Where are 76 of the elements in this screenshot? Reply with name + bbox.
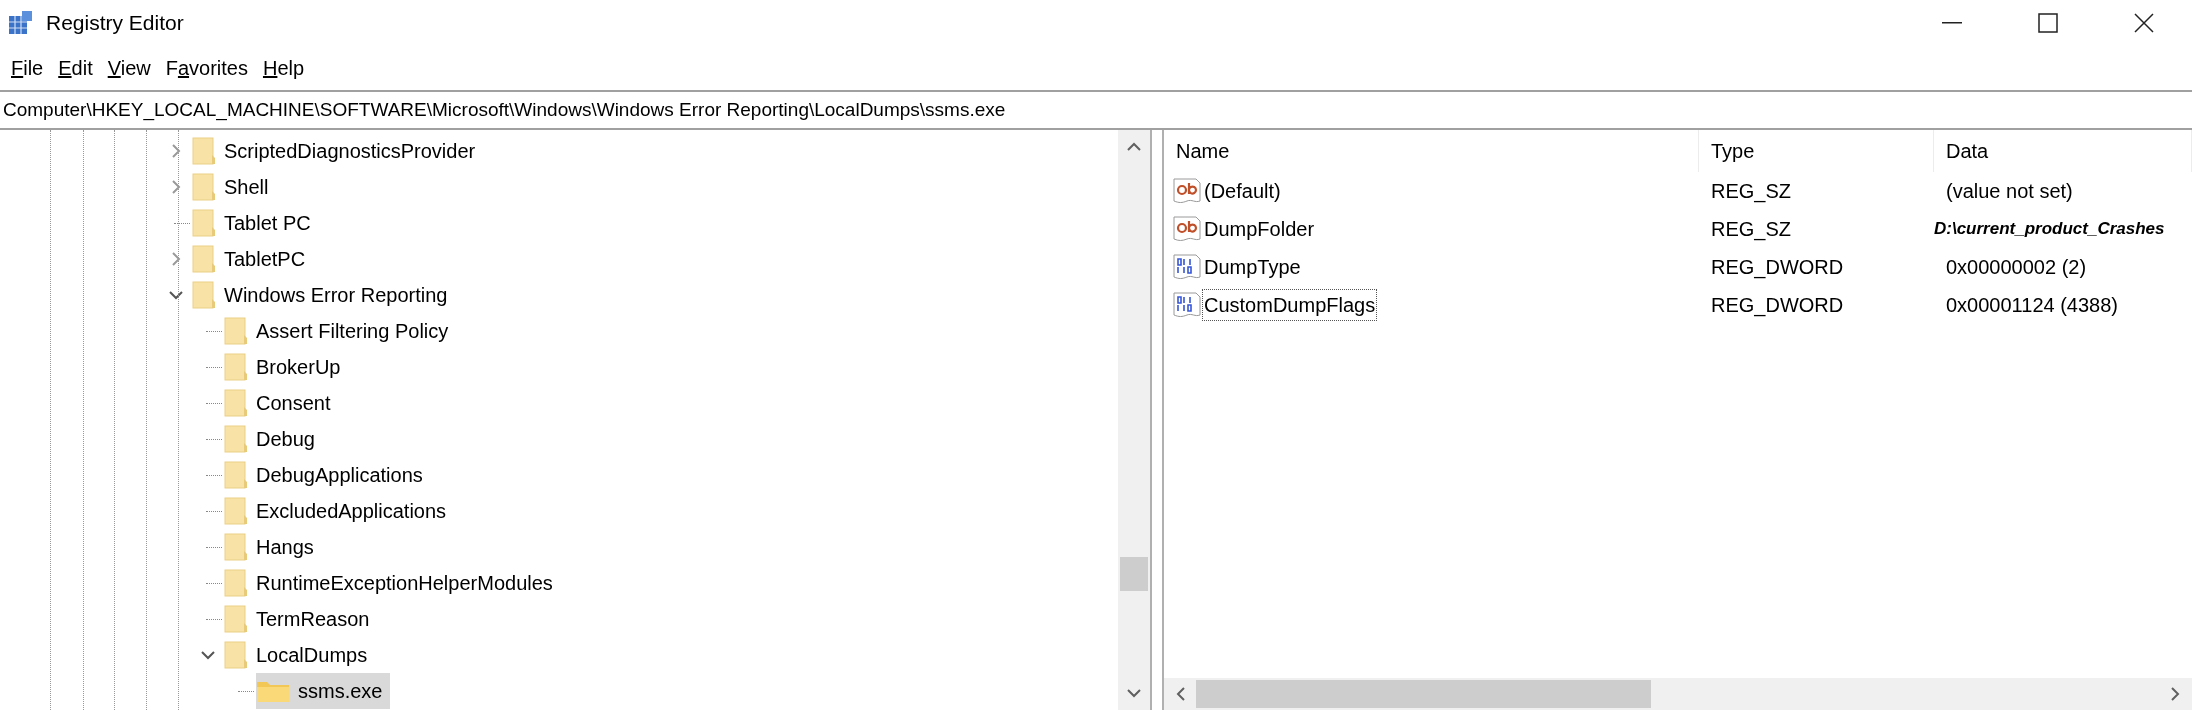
- folder-icon: [224, 425, 248, 453]
- folder-icon: [224, 569, 248, 597]
- folder-icon: [192, 209, 216, 237]
- scroll-up-icon[interactable]: [1126, 142, 1142, 152]
- horizontal-scrollbar[interactable]: [1164, 678, 2192, 710]
- tree-item[interactable]: ssms.exe: [256, 673, 391, 709]
- scroll-left-icon[interactable]: [1176, 686, 1186, 702]
- tree-item[interactable]: ExcludedApplications: [224, 493, 455, 529]
- value-data: 0x00000002 (2): [1945, 255, 2088, 280]
- folder-icon: [224, 533, 248, 561]
- folder-icon: [224, 497, 248, 525]
- menu-item[interactable]: Favorites: [158, 50, 255, 86]
- folder-icon: [224, 389, 248, 417]
- folder-icon: [192, 245, 216, 273]
- tree-item[interactable]: Tablet PC: [192, 205, 319, 241]
- tree-item[interactable]: TermReason: [224, 601, 378, 637]
- value-type: REG_DWORD: [1710, 255, 1845, 281]
- column-header[interactable]: Type: [1699, 130, 1934, 172]
- chevron-down-icon[interactable]: [200, 650, 216, 660]
- vertical-scrollbar[interactable]: [1118, 130, 1150, 710]
- value-type: REG_DWORD: [1710, 293, 1845, 319]
- folder-icon: [224, 605, 248, 633]
- chevron-down-icon[interactable]: [168, 290, 184, 300]
- tree-item[interactable]: BrokerUp: [224, 349, 349, 385]
- value-data: 0x00001124 (4388): [1945, 293, 2119, 318]
- value-type: REG_SZ: [1710, 217, 1793, 243]
- tree-item[interactable]: ScriptedDiagnosticsProvider: [192, 133, 484, 169]
- tree-item[interactable]: Hangs: [224, 529, 322, 565]
- value-data: D:\current_product_Crashes: [1934, 218, 2166, 241]
- scrollbar-thumb[interactable]: [1196, 680, 1651, 708]
- folder-icon: [224, 353, 248, 381]
- minimize-icon: [1942, 22, 1962, 24]
- tree-item[interactable]: Shell: [192, 169, 277, 205]
- tree-item[interactable]: DebugApplications: [224, 457, 431, 493]
- value-name[interactable]: DumpFolder: [1202, 213, 1317, 245]
- value-name[interactable]: (Default): [1202, 175, 1283, 207]
- scrollbar-thumb[interactable]: [1120, 557, 1148, 591]
- tree-item[interactable]: Windows Error Reporting: [192, 277, 456, 313]
- close-icon: [2134, 13, 2154, 33]
- column-header[interactable]: Data: [1934, 130, 2192, 172]
- app-icon: [8, 10, 34, 36]
- tree-item[interactable]: Consent: [224, 385, 339, 421]
- maximize-icon: [2038, 13, 2058, 33]
- string-value-icon: [1172, 177, 1202, 205]
- value-name[interactable]: CustomDumpFlags: [1202, 289, 1378, 321]
- tree-item[interactable]: Debug: [224, 421, 323, 457]
- tree-item[interactable]: RuntimeExceptionHelperModules: [224, 565, 561, 601]
- scroll-down-icon[interactable]: [1126, 688, 1142, 698]
- value-name[interactable]: DumpType: [1202, 251, 1303, 283]
- column-header[interactable]: Name: [1164, 130, 1699, 172]
- chevron-right-icon[interactable]: [171, 143, 181, 159]
- folder-icon: [224, 641, 248, 669]
- tree-item[interactable]: Assert Filtering Policy: [224, 313, 457, 349]
- folder-icon: [224, 317, 248, 345]
- address-bar[interactable]: Computer\HKEY_LOCAL_MACHINE\SOFTWARE\Microsoft\Windows\Windows Error Reporting\LocalDumps\ssms.exe: [0, 90, 2192, 130]
- folder-icon: [224, 461, 248, 489]
- menu-item[interactable]: Help: [255, 50, 312, 86]
- pane-splitter[interactable]: [1150, 130, 1164, 710]
- chevron-right-icon[interactable]: [171, 179, 181, 195]
- folder-icon: [256, 679, 290, 703]
- string-value-icon: [1172, 215, 1202, 243]
- value-type: REG_SZ: [1710, 179, 1793, 205]
- tree-item[interactable]: LocalDumps: [224, 637, 376, 673]
- menu-item[interactable]: Edit: [51, 50, 100, 86]
- chevron-right-icon[interactable]: [171, 251, 181, 267]
- menu-item[interactable]: File: [4, 50, 51, 86]
- folder-icon: [192, 137, 216, 165]
- scroll-right-icon[interactable]: [2170, 686, 2180, 702]
- menu-item[interactable]: View: [100, 50, 158, 86]
- window-title: Registry Editor: [46, 10, 184, 37]
- folder-icon: [192, 173, 216, 201]
- binary-value-icon: [1172, 253, 1202, 281]
- tree-item[interactable]: TabletPC: [192, 241, 314, 277]
- binary-value-icon: [1172, 291, 1202, 319]
- folder-icon: [192, 281, 216, 309]
- value-data: (value not set): [1945, 179, 2074, 204]
